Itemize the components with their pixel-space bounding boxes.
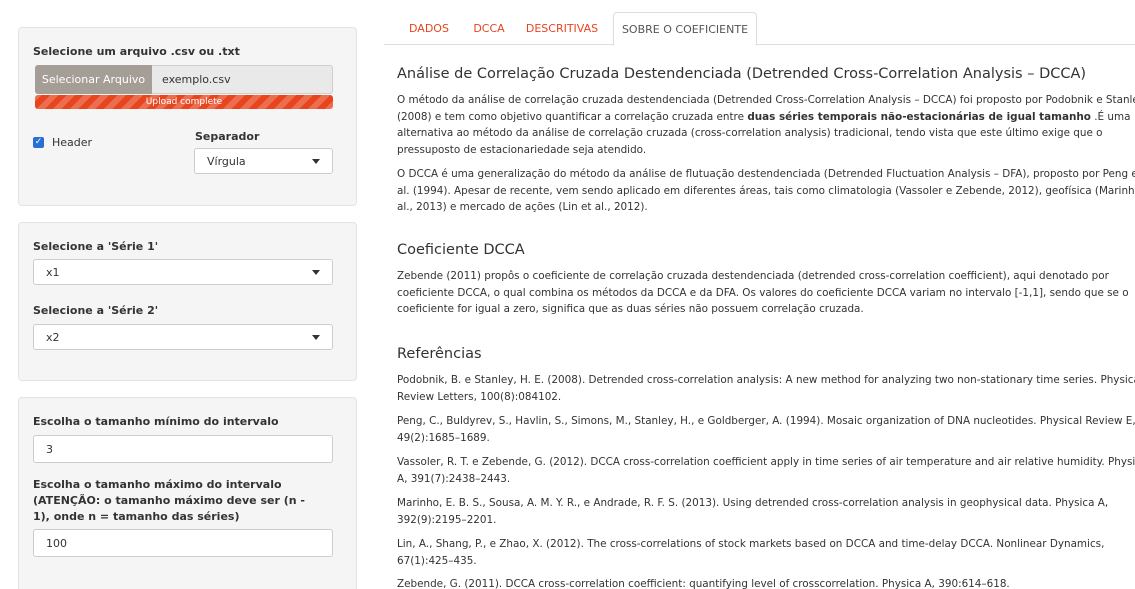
serie1-select[interactable]: x1 [33,259,333,285]
tab-dados[interactable]: DADOS [398,12,460,45]
reference-item: Peng, C., Buldyrev, S., Havlin, S., Simo… [397,415,1135,444]
serie2-label: Selecione a 'Série 2' [33,304,159,317]
upload-progress-bar: Upload complete [35,95,333,109]
tab-descritivas[interactable]: DESCRITIVAS [518,12,606,45]
chevron-down-icon [312,159,320,164]
header-checkbox-row[interactable]: ✓ Header [33,136,92,149]
separator-select[interactable]: Vírgula [194,148,333,174]
header-checkbox[interactable]: ✓ [33,137,44,148]
intro-text-bold: duas séries temporais não-estacionárias … [747,110,1091,123]
reference-item: Vassoler, R. T. e Zebende, G. (2012). DC… [397,456,1135,485]
header-checkbox-label: Header [52,136,93,149]
upload-label: Selecione um arquivo .csv ou .txt [33,45,240,58]
max-interval-label: Escolha o tamanho máximo do intervalo (A… [33,478,305,523]
upload-progress-text: Upload complete [145,97,223,107]
series-panel: Selecione a 'Série 1' x1 Selecione a 'Sé… [18,222,357,381]
chevron-down-icon [312,270,320,275]
reference-item: Marinho, E. B. S., Sousa, A. M. Y. R., e… [397,497,1109,526]
chevron-down-icon [312,335,320,340]
tab-bar: DADOS DCCA DESCRITIVAS SOBRE O COEFICIEN… [384,12,1135,46]
serie2-value: x2 [46,330,60,344]
interval-panel: Escolha o tamanho mínimo do intervalo 3 … [18,397,357,589]
refs-title: Referências [397,346,482,362]
min-interval-input[interactable]: 3 [33,435,333,463]
coef-paragraph: Zebende (2011) propôs o coeficiente de c… [397,270,1129,315]
serie2-select[interactable]: x2 [33,324,333,350]
file-input[interactable]: Selecionar Arquivo exemplo.csv [35,65,333,94]
separator-label: Separador [195,130,260,143]
intro-paragraph: O método da análise de correlação cruzad… [397,92,1135,158]
tab-sobre-o-coeficiente[interactable]: SOBRE O COEFICIENTE [613,12,757,46]
reference-item: Podobnik, B. e Stanley, H. E. (2008). De… [397,374,1135,403]
upload-panel: Selecione um arquivo .csv ou .txt Seleci… [18,27,357,206]
dfa-paragraph: O DCCA é uma generalização do método da … [397,168,1135,213]
separator-value: Vírgula [207,154,246,168]
max-interval-input[interactable]: 100 [33,529,333,557]
page-title: Análise de Correlação Cruzada Destendenc… [397,66,1087,82]
coef-title: Coeficiente DCCA [397,242,525,258]
serie1-value: x1 [46,265,60,279]
serie1-label: Selecione a 'Série 1' [33,240,159,253]
checkmark-icon: ✓ [34,137,43,147]
main-content: Análise de Correlação Cruzada Destendenc… [397,66,1135,589]
tab-dcca[interactable]: DCCA [464,12,514,45]
select-file-button[interactable]: Selecionar Arquivo [35,65,152,94]
min-interval-label: Escolha o tamanho mínimo do intervalo [33,415,279,428]
file-name-display: exemplo.csv [152,65,333,94]
reference-item: Lin, A., Shang, P., e Zhao, X. (2012). T… [397,538,1105,567]
reference-item: Zebende, G. (2011). DCCA cross-correlati… [397,578,1010,589]
